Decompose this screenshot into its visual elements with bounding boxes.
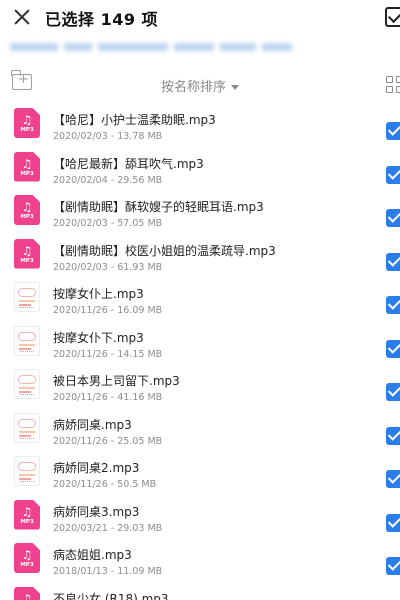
close-icon[interactable]: [10, 5, 34, 29]
file-row[interactable]: ♫ MP3 【剧情助眠】校医小姐姐的温柔疏导.mp3 2020/02/03 - 61.…: [0, 231, 400, 275]
toolbar: 按名称排序: [0, 70, 400, 100]
file-name: 按摩女仆上.mp3: [53, 287, 144, 301]
file-meta: 2020/02/04 - 29.56 MB: [53, 174, 163, 186]
file-name: 病娇同桌3.mp3: [53, 504, 140, 519]
file-row[interactable]: ♫ MP3 【哈尼最新】舔耳吹气.mp3 2020/02/04 - 29.56 MB: [0, 144, 400, 188]
file-name: 【剧情助眠】酥软嫂子的轻眠耳语.mp3: [53, 200, 264, 214]
file-meta: 2020/03/21 - 29.03 MB: [53, 522, 163, 534]
file-name: 【剧情助眠】校医小姐姐的温柔疏导.mp3: [53, 243, 276, 258]
file-name: 【哈尼】小护士温柔助眠.mp3: [53, 113, 216, 127]
file-checkbox[interactable]: [386, 557, 400, 575]
file-checkbox[interactable]: [386, 513, 400, 532]
file-meta: 2020/11/26 - 16.09 MB: [53, 305, 163, 316]
music-file-icon: ♫MP3: [14, 151, 40, 182]
file-extension: MP3: [20, 127, 34, 133]
music-note-icon: ♫: [21, 113, 33, 127]
music-file-icon: ♫MP3: [14, 499, 40, 530]
file-meta: 2018/01/13 - 11.09 MB: [53, 566, 163, 577]
thumbnail-icon: [14, 412, 40, 443]
music-file-icon: ♫MP3: [14, 238, 40, 269]
file-name: 按摩女仆下.mp3: [53, 330, 144, 345]
path-breadcrumb: [10, 40, 300, 54]
music-note-icon: ♫: [21, 548, 33, 562]
top-bar: 已选择 149 项: [0, 0, 400, 34]
music-note-icon: ♫: [21, 591, 33, 600]
file-name: 被日本男上司留下.mp3: [53, 374, 180, 388]
file-row[interactable]: 按摩女仆上.mp3 2020/11/26 - 16.09 MB: [0, 274, 400, 318]
file-checkbox[interactable]: [386, 383, 400, 401]
file-meta: 2020/02/03 - 13.78 MB: [53, 131, 163, 142]
file-row[interactable]: ♫ MP3 【剧情助眠】酥软嫂子的轻眠耳语.mp3 2020/02/03 - 57.0…: [0, 187, 400, 231]
music-file-icon: ♫MP3: [14, 108, 40, 138]
file-checkbox[interactable]: [386, 252, 400, 271]
thumbnail-icon: [14, 369, 40, 399]
file-name: 不良少女 (R18).mp3: [53, 591, 169, 600]
music-note-icon: ♫: [21, 200, 33, 214]
file-extension: MP3: [20, 170, 34, 177]
file-checkbox[interactable]: [386, 470, 400, 488]
file-row[interactable]: 按摩女仆下.mp3 2020/11/26 - 14.15 MB: [0, 318, 400, 362]
thumbnail-icon: [14, 456, 40, 486]
file-meta: 2020/11/26 - 25.05 MB: [53, 435, 163, 447]
file-row[interactable]: ♫ MP3 病娇同桌3.mp3 2020/03/21 - 29.03 MB: [0, 492, 400, 536]
thumbnail-icon: [14, 325, 40, 356]
file-extension: MP3: [20, 214, 34, 220]
file-row[interactable]: 病娇同桌.mp3 2020/11/26 - 25.05 MB: [0, 405, 400, 449]
grid-view-icon[interactable]: [386, 76, 400, 94]
sort-label: 按名称排序: [160, 80, 226, 95]
music-file-icon: ♫MP3: [14, 543, 40, 573]
select-all-checkbox[interactable]: [385, 7, 400, 27]
file-checkbox[interactable]: [386, 339, 400, 358]
file-checkbox[interactable]: [386, 165, 400, 184]
file-row[interactable]: 被日本男上司留下.mp3 2020/11/26 - 41.16 MB: [0, 361, 400, 405]
file-name: 病态姐姐.mp3: [53, 548, 132, 562]
file-checkbox[interactable]: [386, 122, 400, 140]
sort-dropdown[interactable]: 按名称排序: [0, 76, 400, 95]
file-extension: MP3: [20, 518, 34, 525]
file-meta: 2020/02/03 - 57.05 MB: [53, 218, 163, 229]
file-row[interactable]: ♫ MP3 病态姐姐.mp3 2018/01/13 - 11.09 MB: [0, 535, 400, 579]
file-name: 病娇同桌.mp3: [53, 417, 132, 432]
file-extension: MP3: [20, 257, 34, 264]
file-list: ♫ MP3 【哈尼】小护士温柔助眠.mp3 2020/02/03 - 13.78 MB…: [0, 100, 400, 600]
file-name: 病娇同桌2.mp3: [53, 461, 140, 475]
file-name: 【哈尼最新】舔耳吹气.mp3: [53, 156, 204, 171]
chevron-down-icon: [231, 85, 239, 90]
music-note-icon: ♫: [21, 243, 33, 258]
file-meta: 2020/11/26 - 41.16 MB: [53, 392, 163, 403]
music-file-icon: ♫MP3: [14, 195, 40, 225]
music-note-icon: ♫: [21, 504, 33, 519]
file-row[interactable]: ♫ MP3 【哈尼】小护士温柔助眠.mp3 2020/02/03 - 13.78 MB: [0, 100, 400, 144]
music-note-icon: ♫: [21, 156, 33, 171]
file-meta: 2020/11/26 - 14.15 MB: [53, 348, 163, 360]
file-checkbox[interactable]: [386, 209, 400, 227]
file-checkbox[interactable]: [386, 296, 400, 314]
file-extension: MP3: [20, 562, 34, 568]
music-file-icon: ♫MP3: [14, 586, 40, 600]
file-checkbox[interactable]: [386, 426, 400, 445]
file-row[interactable]: 病娇同桌2.mp3 2020/11/26 - 50.5 MB: [0, 448, 400, 492]
file-meta: 2020/02/03 - 61.93 MB: [53, 261, 163, 273]
thumbnail-icon: [14, 282, 40, 312]
selection-title: 已选择 149 项: [45, 10, 159, 29]
file-row[interactable]: ♫MP3 不良少女 (R18).mp3: [0, 579, 400, 600]
file-meta: 2020/11/26 - 50.5 MB: [53, 479, 157, 490]
